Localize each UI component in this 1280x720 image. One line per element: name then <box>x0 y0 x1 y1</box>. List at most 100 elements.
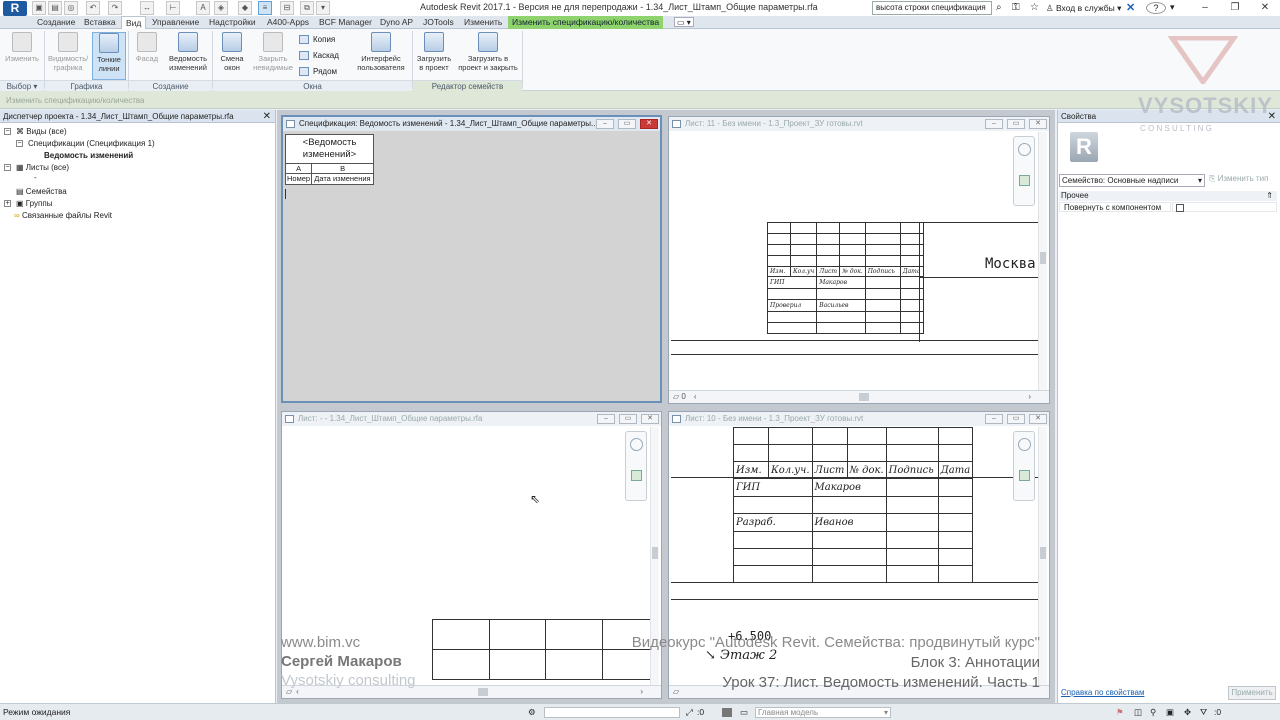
view-minimize-button[interactable]: – <box>985 414 1003 424</box>
close-hidden-button[interactable]: Закрыть невидимые <box>251 32 295 80</box>
group-select[interactable]: Выбор ▾ <box>0 80 44 91</box>
tab-modify[interactable]: Изменить <box>460 16 506 29</box>
restore-button[interactable]: ❐ <box>1220 0 1250 16</box>
scroll-left-icon[interactable]: ‹ <box>694 392 697 401</box>
filter-icon[interactable]: ⛛ <box>1200 704 1207 720</box>
search-icon[interactable]: ⌕ <box>996 2 1002 13</box>
tree-item-sheet[interactable]: - <box>34 172 37 184</box>
minimize-ribbon-button[interactable]: ▭ ▾ <box>674 17 694 27</box>
scroll-right-icon[interactable]: › <box>1028 391 1031 403</box>
zoom-icon[interactable] <box>1019 175 1030 186</box>
select-pinned-icon[interactable]: ⚲ <box>1150 704 1156 720</box>
workset-dropdown[interactable] <box>544 707 680 718</box>
cascade-button[interactable]: Каскад <box>299 49 339 63</box>
tree-item-revit-links[interactable]: ∞ Связанные файлы Revit <box>14 210 112 222</box>
tree-item-groups[interactable]: + ▣ Группы <box>4 198 52 210</box>
edit-type-button[interactable]: ⎘ Изменить тип <box>1209 174 1268 184</box>
view-maximize-button[interactable]: ▭ <box>619 414 637 424</box>
save-icon[interactable]: ▤ <box>48 1 62 15</box>
workset-icon[interactable]: ⚙ <box>528 704 536 720</box>
select-underlay-icon[interactable]: ◫ <box>1134 704 1142 720</box>
expand-toggle[interactable]: + <box>4 200 11 207</box>
editing-requests-icon[interactable]: ⤢ <box>686 704 693 720</box>
tile-button[interactable]: Рядом <box>299 65 337 79</box>
scroll-thumb[interactable] <box>652 547 658 559</box>
modify-button[interactable]: Изменить <box>2 32 42 80</box>
tab-manage[interactable]: Управление <box>148 16 203 29</box>
view-maximize-button[interactable]: ▭ <box>618 119 636 129</box>
column-b-header[interactable]: B <box>311 163 374 174</box>
help-button[interactable]: ? <box>1146 2 1166 14</box>
select-by-face-icon[interactable]: ▣ <box>1166 704 1174 720</box>
collapse-toggle[interactable]: − <box>4 128 11 135</box>
tree-item-views[interactable]: − ⌘ Виды (все) <box>4 126 67 138</box>
drag-elements-icon[interactable]: ✥ <box>1184 704 1191 720</box>
tree-item-schedules[interactable]: − Спецификации (Спецификация 1) <box>16 138 155 150</box>
view-minimize-button[interactable]: – <box>596 119 614 129</box>
thin-lines-button[interactable]: Тонкие линии <box>92 32 126 80</box>
steering-wheel-icon[interactable] <box>1018 438 1031 451</box>
help-search-input[interactable]: высота строки спецификация <box>872 1 992 15</box>
view-scale-icon[interactable]: ▱ <box>673 687 679 696</box>
view-minimize-button[interactable]: – <box>985 119 1003 129</box>
tab-insert[interactable]: Вставка <box>80 16 120 29</box>
load-into-project-button[interactable]: Загрузить в проект <box>414 32 454 80</box>
view-close-button[interactable]: ✕ <box>1029 414 1047 424</box>
tree-item-revision-schedule[interactable]: Ведомость изменений <box>44 150 133 162</box>
exchange-apps-icon[interactable]: ✕ <box>1126 1 1135 14</box>
user-interface-button[interactable]: Интерфейс пользователя <box>354 32 408 80</box>
tab-view[interactable]: Вид <box>121 16 147 29</box>
sheet-canvas[interactable]: Москва Изм. Кол.уч Лист № док. Подпись Дата Г… <box>671 132 1047 390</box>
collapse-toggle[interactable]: − <box>4 164 11 171</box>
tab-create[interactable]: Создание <box>33 16 79 29</box>
view-maximize-button[interactable]: ▭ <box>1007 414 1025 424</box>
tab-jotools[interactable]: JOTools <box>419 16 458 29</box>
close-icon[interactable]: ✕ <box>263 110 271 123</box>
tab-modify-schedule[interactable]: Изменить спецификацию/количества <box>508 16 664 29</box>
zoom-icon[interactable] <box>631 470 642 481</box>
minimize-button[interactable]: – <box>1190 0 1220 16</box>
number-header[interactable]: Номер <box>284 173 313 185</box>
help-dropdown-icon[interactable]: ▾ <box>1170 2 1175 13</box>
tab-addins[interactable]: Надстройки <box>205 16 260 29</box>
view-minimize-button[interactable]: – <box>597 414 615 424</box>
zoom-icon[interactable] <box>1019 470 1030 481</box>
subscription-icon[interactable]: ⚿ <box>1012 2 1020 13</box>
tab-dyno-ap[interactable]: Dyno AP <box>376 16 417 29</box>
schedule-view-window[interactable]: Спецификация: Ведомость изменений - 1.34… <box>281 115 662 403</box>
horizontal-scroll-thumb[interactable] <box>859 393 869 401</box>
vertical-scrollbar[interactable] <box>1038 132 1047 390</box>
text-icon[interactable]: A <box>196 1 210 15</box>
view-close-button[interactable]: ✕ <box>640 119 658 129</box>
view-close-button[interactable]: ✕ <box>1029 119 1047 129</box>
view-scale-icon[interactable]: ▱ <box>673 392 679 401</box>
date-header[interactable]: Дата изменения <box>311 173 374 185</box>
model-dropdown[interactable]: Главная модель ▾ <box>755 707 891 718</box>
category-other[interactable]: Прочее ⇑ <box>1059 191 1277 201</box>
replicate-button[interactable]: Копия <box>299 33 335 47</box>
sheet-11-view-window[interactable]: Лист: 11 - Без имени - 1.3_Проект_ЗУ гот… <box>668 116 1050 404</box>
dimension-icon[interactable]: ⊢ <box>166 1 180 15</box>
scroll-thumb[interactable] <box>1040 252 1046 264</box>
rotate-checkbox[interactable] <box>1176 204 1184 212</box>
load-and-close-button[interactable]: Загрузить в проект и закрыть <box>456 32 520 80</box>
switch-windows-button[interactable]: Смена окон <box>214 32 250 80</box>
redo-icon[interactable]: ↷ <box>108 1 122 15</box>
navigation-bar[interactable] <box>1013 136 1035 206</box>
close-hidden-qat-icon[interactable]: ⊟ <box>280 1 294 15</box>
tab-a400-apps[interactable]: A400-Apps <box>263 16 313 29</box>
elevation-button[interactable]: Фасад <box>130 32 164 80</box>
open-icon[interactable]: ▣ <box>32 1 46 15</box>
steering-wheel-icon[interactable] <box>630 438 643 451</box>
scroll-thumb[interactable] <box>1040 547 1046 559</box>
view-maximize-button[interactable]: ▭ <box>1007 119 1025 129</box>
sign-in-button[interactable]: ♙ Вход в службы ▾ <box>1046 3 1121 14</box>
switch-windows-qat-icon[interactable]: ⧉ <box>300 1 314 15</box>
revisions-button[interactable]: Ведомость изменений <box>166 32 210 80</box>
collapse-toggle[interactable]: − <box>16 140 23 147</box>
customize-qat-icon[interactable]: ▾ <box>316 1 330 15</box>
horizontal-scroll-thumb[interactable] <box>478 688 488 696</box>
tab-bcf-manager[interactable]: BCF Manager <box>315 16 376 29</box>
close-window-button[interactable]: ✕ <box>1250 0 1280 16</box>
steering-wheel-icon[interactable] <box>1018 143 1031 156</box>
